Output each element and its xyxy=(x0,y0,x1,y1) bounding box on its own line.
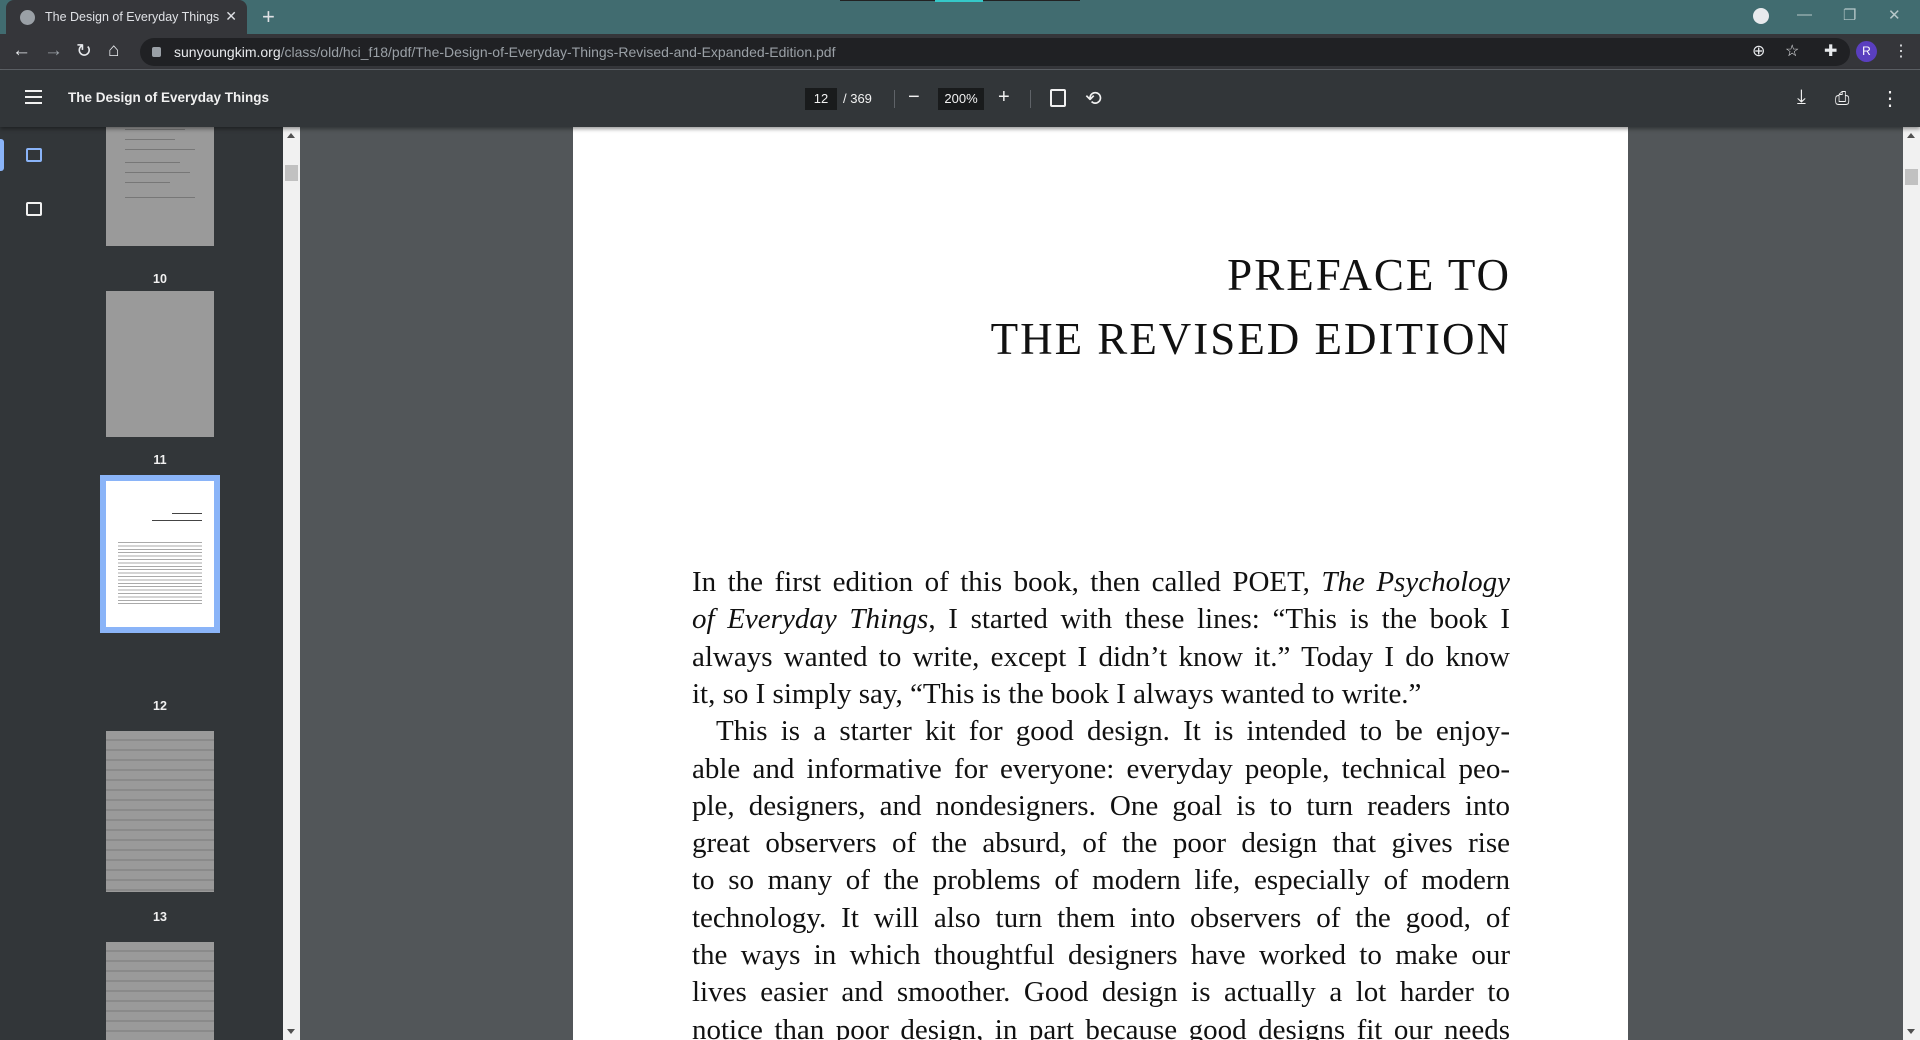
page-thumbnail-10[interactable] xyxy=(106,127,214,246)
bookmark-star-icon[interactable]: ☆ xyxy=(1785,41,1799,61)
page-number-input[interactable]: 12 xyxy=(805,88,837,110)
zoom-level-input[interactable]: 200% xyxy=(938,88,984,110)
chapter-heading-line2: THE REVISED EDITION xyxy=(990,314,1511,364)
reload-button[interactable]: ↻ xyxy=(76,40,92,63)
text-line: great observers of the absurd, of the po… xyxy=(692,827,1510,860)
zoom-icon[interactable]: ⊕ xyxy=(1752,41,1765,61)
thumbnail-label: 10 xyxy=(153,272,167,286)
browser-tab[interactable]: The Design of Everyday Things ✕ xyxy=(6,0,247,34)
tab-title: The Design of Everyday Things xyxy=(45,10,220,24)
tab-strip: The Design of Everyday Things ✕ + — ❐ ✕ xyxy=(0,0,1920,34)
more-actions-icon[interactable]: ⋮ xyxy=(1880,86,1900,111)
text-line: This is a starter kit for good design. I… xyxy=(716,715,1510,748)
close-window-button[interactable]: ✕ xyxy=(1888,6,1901,24)
pdf-toolbar: The Design of Everyday Things 12 / 369 −… xyxy=(0,70,1920,127)
page-thumbnail-12[interactable] xyxy=(100,475,220,633)
divider xyxy=(894,90,895,108)
text-line: In the first edition of this book, then … xyxy=(692,566,1511,598)
sidebar-toggle-menu-icon[interactable] xyxy=(25,90,42,104)
scroll-up-arrow-icon[interactable] xyxy=(287,133,295,138)
thumbnail-label: 11 xyxy=(153,453,167,467)
extensions-icon[interactable]: ✚ xyxy=(1824,41,1837,61)
browser-menu-icon[interactable]: ⋮ xyxy=(1893,41,1909,61)
text-line: notice than poor design, in part because… xyxy=(692,1013,1510,1040)
outline-view-icon[interactable] xyxy=(26,202,42,216)
text-line: always wanted to write, except I didn’t … xyxy=(692,640,1510,673)
text-line: of Everyday Things, I started with these… xyxy=(692,603,1510,636)
text-line: lives easier and smoother. Good design i… xyxy=(692,976,1510,1009)
thumbnail-sidebar: 10 11 12 13 xyxy=(0,127,283,1040)
thumbnail-label: 13 xyxy=(153,910,167,924)
minimize-button[interactable]: — xyxy=(1797,6,1812,23)
scroll-down-arrow-icon[interactable] xyxy=(287,1029,295,1034)
zoom-out-button[interactable]: − xyxy=(908,86,920,109)
window-edge-accent xyxy=(935,0,983,2)
pdf-page: PREFACE TO THE REVISED EDITION In the fi… xyxy=(573,127,1628,1040)
address-bar-row: ← → ↻ ⌂ sunyoungkim.org/class/old/hci_f1… xyxy=(0,34,1920,70)
page-thumbnail-13[interactable] xyxy=(106,731,214,892)
download-icon[interactable]: ⤓ xyxy=(1797,86,1806,109)
scroll-down-arrow-icon[interactable] xyxy=(1907,1029,1915,1034)
page-thumbnail-11[interactable] xyxy=(106,291,214,437)
rotate-icon[interactable]: ⟲ xyxy=(1085,86,1102,111)
home-button[interactable]: ⌂ xyxy=(108,40,119,62)
restore-button[interactable]: ❐ xyxy=(1843,6,1856,24)
thumbnail-label: 12 xyxy=(153,699,167,713)
tab-search-icon[interactable] xyxy=(1753,8,1769,24)
text-line: to so many of the problems of modern lif… xyxy=(692,864,1510,897)
sidebar-scrollbar[interactable] xyxy=(283,127,300,1040)
scroll-thumb[interactable] xyxy=(1905,169,1918,185)
document-title: The Design of Everyday Things xyxy=(68,90,270,105)
scroll-up-arrow-icon[interactable] xyxy=(1907,133,1915,138)
chapter-heading-line1: PREFACE TO xyxy=(1227,250,1511,300)
zoom-in-button[interactable]: + xyxy=(998,86,1010,109)
close-tab-icon[interactable]: ✕ xyxy=(225,8,237,25)
back-button[interactable]: ← xyxy=(12,40,31,62)
new-tab-button[interactable]: + xyxy=(262,4,275,30)
url-path: /class/old/hci_f18/pdf/The-Design-of-Eve… xyxy=(280,44,836,60)
page-total: / 369 xyxy=(843,91,872,106)
text-line: it, so I simply say, “This is the book I… xyxy=(692,677,1422,710)
lock-icon xyxy=(152,47,161,57)
url-host: sunyoungkim.org xyxy=(174,44,281,60)
profile-avatar[interactable]: R xyxy=(1856,41,1877,62)
fit-page-icon[interactable] xyxy=(1050,89,1066,107)
page-thumbnail-14[interactable] xyxy=(106,942,214,1040)
text-line: technology. It will also turn them into … xyxy=(692,901,1510,934)
divider xyxy=(1030,90,1031,108)
text-line: able and informative for everyone: every… xyxy=(692,752,1510,785)
forward-button[interactable]: → xyxy=(44,40,63,62)
text-line: ple, designers, and nondesigners. One go… xyxy=(692,789,1510,822)
url-input[interactable]: sunyoungkim.org/class/old/hci_f18/pdf/Th… xyxy=(140,38,1850,66)
active-indicator xyxy=(0,139,4,171)
scroll-thumb[interactable] xyxy=(285,165,298,181)
print-icon[interactable]: ⎙ xyxy=(1835,88,1849,109)
main-scrollbar[interactable] xyxy=(1903,127,1920,1040)
thumbnails-view-icon[interactable] xyxy=(26,148,42,162)
text-line: the ways in which thoughtful designers h… xyxy=(692,939,1510,971)
globe-icon xyxy=(20,9,35,25)
